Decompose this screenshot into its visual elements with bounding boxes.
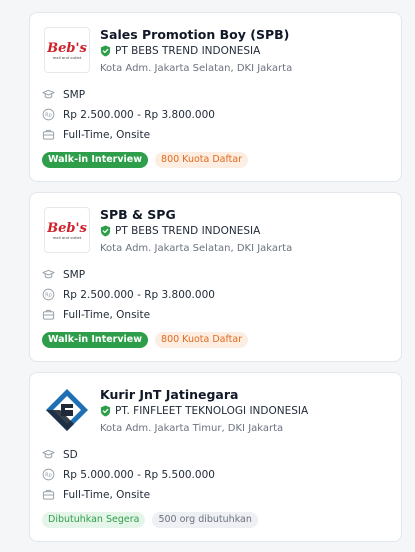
- education-label: SMP: [63, 88, 86, 101]
- salary-label: Rp 5.000.000 - Rp 5.500.000: [63, 468, 215, 481]
- graduation-cap-icon: [42, 269, 55, 279]
- company-name-label: PT BEBS TREND INDONESIA: [115, 45, 261, 57]
- company-logo: Beb's mall and outlet: [44, 207, 90, 253]
- bebs-logo-icon: Beb's mall and outlet: [47, 221, 87, 240]
- company-name-label: PT BEBS TREND INDONESIA: [115, 225, 261, 237]
- job-type: Full-Time, Onsite: [42, 308, 150, 321]
- job-salary: Rp Rp 2.500.000 - Rp 3.800.000: [42, 108, 215, 121]
- company-logo: [44, 387, 90, 433]
- briefcase-icon: [42, 489, 55, 500]
- job-salary: Rp Rp 5.000.000 - Rp 5.500.000: [42, 468, 215, 481]
- headcount-badge: 500 org dibutuhkan: [152, 512, 258, 528]
- verified-shield-icon: [100, 225, 111, 237]
- education-label: SMP: [63, 268, 86, 281]
- job-card-header: Beb's mall and outlet Sales Promotion Bo…: [44, 27, 389, 85]
- job-type-label: Full-Time, Onsite: [63, 128, 151, 141]
- job-education: SMP: [42, 88, 85, 101]
- svg-text:Rp: Rp: [45, 113, 52, 119]
- education-label: SD: [63, 448, 78, 461]
- job-education: SMP: [42, 268, 85, 281]
- verified-shield-icon: [100, 405, 111, 417]
- company-logo: Beb's mall and outlet: [44, 27, 90, 73]
- finfleet-logo-icon: [46, 389, 88, 431]
- bebs-logo-subtext: mall and outlet: [53, 55, 82, 60]
- quota-badge: 800 Kuota Daftar: [155, 332, 249, 348]
- briefcase-icon: [42, 309, 55, 320]
- svg-text:Rp: Rp: [45, 293, 52, 299]
- job-card[interactable]: Beb's mall and outlet SPB & SPG PT BEBS …: [29, 192, 402, 362]
- salary-label: Rp 2.500.000 - Rp 3.800.000: [63, 288, 215, 301]
- briefcase-icon: [42, 129, 55, 140]
- company-name[interactable]: PT BEBS TREND INDONESIA: [100, 45, 260, 57]
- walk-in-interview-badge: Walk-in Interview: [42, 332, 149, 348]
- bebs-logo-text: Beb's: [47, 41, 87, 56]
- money-icon: Rp: [42, 288, 55, 301]
- job-salary: Rp Rp 2.500.000 - Rp 3.800.000: [42, 288, 215, 301]
- verified-shield-icon: [100, 45, 111, 57]
- job-location: Kota Adm. Jakarta Selatan, DKI Jakarta: [100, 63, 293, 74]
- job-card-header: Beb's mall and outlet SPB & SPG PT BEBS …: [44, 207, 389, 265]
- svg-text:Rp: Rp: [45, 473, 52, 479]
- badge-row: Walk-in Interview 800 Kuota Daftar: [42, 152, 249, 168]
- job-location: Kota Adm. Jakarta Selatan, DKI Jakarta: [100, 243, 293, 254]
- graduation-cap-icon: [42, 89, 55, 99]
- money-icon: Rp: [42, 108, 55, 121]
- job-title[interactable]: SPB & SPG: [100, 207, 176, 222]
- job-type: Full-Time, Onsite: [42, 128, 150, 141]
- badge-row: Walk-in Interview 800 Kuota Daftar: [42, 332, 249, 348]
- bebs-logo-subtext: mall and outlet: [53, 235, 82, 240]
- job-card-header: Kurir JnT Jatinegara PT. FINFLEET TEKNOL…: [44, 387, 389, 445]
- job-type: Full-Time, Onsite: [42, 488, 150, 501]
- walk-in-interview-badge: Walk-in Interview: [42, 152, 149, 168]
- job-type-label: Full-Time, Onsite: [63, 488, 151, 501]
- job-type-label: Full-Time, Onsite: [63, 308, 151, 321]
- company-name[interactable]: PT BEBS TREND INDONESIA: [100, 225, 260, 237]
- job-title[interactable]: Sales Promotion Boy (SPB): [100, 27, 289, 42]
- urgent-badge: Dibutuhkan Segera: [42, 512, 146, 528]
- graduation-cap-icon: [42, 449, 55, 459]
- job-title[interactable]: Kurir JnT Jatinegara: [100, 387, 238, 402]
- company-name-label: PT. FINFLEET TEKNOLOGI INDONESIA: [115, 405, 309, 417]
- salary-label: Rp 2.500.000 - Rp 3.800.000: [63, 108, 215, 121]
- quota-badge: 800 Kuota Daftar: [155, 152, 249, 168]
- bebs-logo-icon: Beb's mall and outlet: [47, 41, 87, 60]
- money-icon: Rp: [42, 468, 55, 481]
- job-education: SD: [42, 448, 78, 461]
- company-name[interactable]: PT. FINFLEET TEKNOLOGI INDONESIA: [100, 405, 308, 417]
- bebs-logo-text: Beb's: [47, 221, 87, 236]
- job-card[interactable]: Kurir JnT Jatinegara PT. FINFLEET TEKNOL…: [29, 372, 402, 542]
- badge-row: Dibutuhkan Segera 500 org dibutuhkan: [42, 512, 258, 528]
- job-location: Kota Adm. Jakarta Timur, DKI Jakarta: [100, 423, 284, 434]
- job-card[interactable]: Beb's mall and outlet Sales Promotion Bo…: [29, 12, 402, 182]
